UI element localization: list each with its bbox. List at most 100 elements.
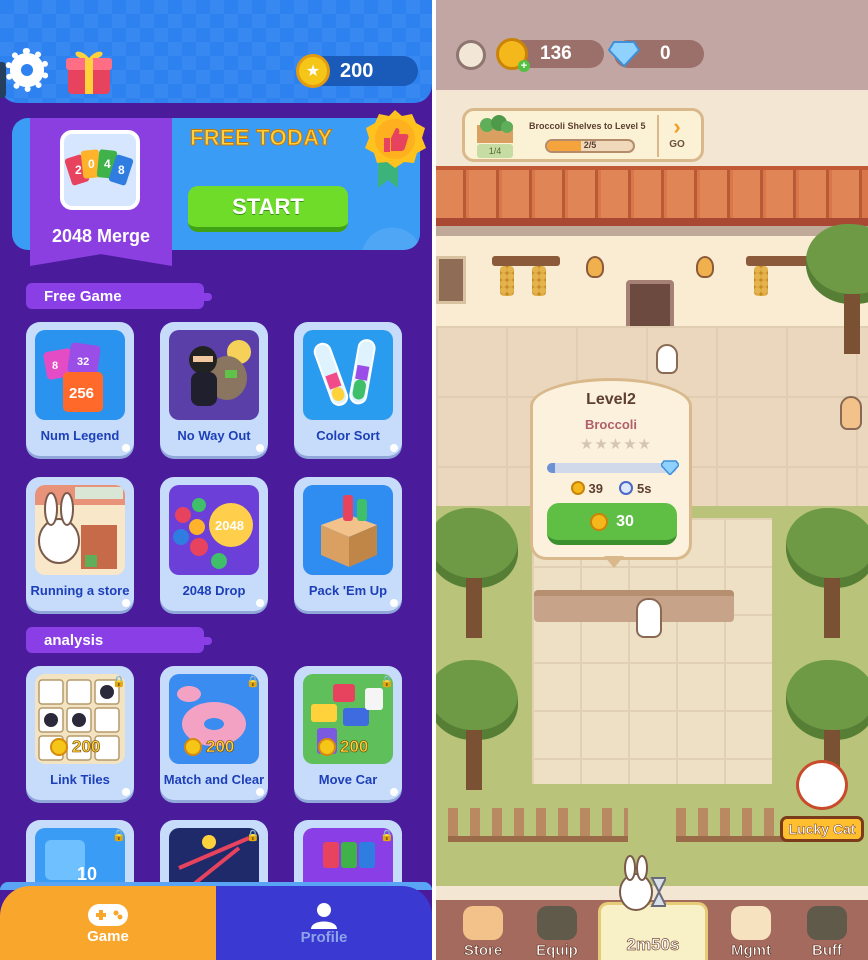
cards-icon: 2 0 4 8 [64,149,134,186]
tree [436,660,518,790]
tile-corner-dot [256,788,264,796]
lucky-cat-button[interactable]: Lucky Cat [780,760,864,842]
game-tile-pack-em-up[interactable]: Pack 'Em Up [294,477,402,611]
cube-number: 10 [77,864,97,884]
test-tubes-icon [303,330,393,420]
settings-gear-icon[interactable] [456,40,486,70]
gem-balance: 0 [608,40,704,68]
game-hub-panel: ★ 200 2 0 4 8 2048 Merge FREE TODAY STAR… [0,0,432,960]
nav-tab-profile[interactable]: Profile [216,886,432,960]
nav-buff[interactable]: Buff [792,906,862,960]
tile-corner-dot [256,444,264,452]
wall-lamp [696,256,714,278]
hanging-produce [532,266,546,296]
bottom-navigation: Store Equip 2m50s Mgmt Buff [436,855,868,960]
lucky-cat-label: Lucky Cat [780,816,864,842]
start-button[interactable]: START [188,186,348,232]
game-label: Link Tiles [50,772,110,787]
svg-text:2048: 2048 [215,518,244,533]
quest-progress-label: 2/5 [583,140,597,150]
nav-game-label: Game [87,927,129,945]
tree [806,224,868,354]
game-tile-num-legend[interactable]: 256 32 8 Num Legend [26,322,134,456]
game-tile-move-car[interactable]: 🔒 200 Move Car [294,666,402,800]
lock-icon: 🔒 [380,830,394,842]
wall-lamp [586,256,604,278]
rabbit-store-icon [35,485,125,575]
upgrade-progress-bar [547,463,677,473]
game-tile-2048-drop[interactable]: 2048 2048 Drop [160,477,268,611]
coins-per-sale: 39 [570,481,603,496]
featured-game-icon[interactable]: 2 0 4 8 [60,130,140,210]
coins-per-sale-value: 39 [588,481,603,496]
shop-window [436,256,466,304]
nav-equip[interactable]: Equip [522,906,592,960]
paw-coin-icon [590,512,609,531]
paw-coin-count: 136 [540,43,572,64]
lucky-cat-icon [796,760,848,810]
game-tile-link-tiles[interactable]: 🔒 200 Link Tiles [26,666,134,800]
sale-time: 5s [619,481,651,496]
chevron-right-icon: › [673,114,681,139]
lock-icon: 🔒 [246,830,260,842]
store-icon [463,906,503,940]
gift-box-icon[interactable] [64,44,114,96]
quest-go-button[interactable]: › GO [657,115,695,157]
section-title-free-game: Free Game [26,283,212,309]
locked-equip-icon [537,906,577,940]
quest-card[interactable]: 1/4 Broccoli Shelves to Level 5 2/5 › GO [462,108,704,162]
bottom-navigation: Game Profile [0,882,432,960]
svg-text:32: 32 [77,356,89,368]
paw-coin-balance: + 136 [496,38,604,72]
hanging-produce [500,266,514,296]
lock-icon: 🔒 [246,676,260,688]
clock-icon [619,481,633,495]
cat-shop-game-panel: + 136 0 1/4 Broccoli Shelves to Level 5 … [436,0,868,960]
locked-buff-icon [807,906,847,940]
add-coins-plus-icon[interactable]: + [518,60,530,72]
coin-count: 200 [340,60,374,82]
lock-icon: 🔒 [112,830,126,842]
quest-progress-bar: 2/5 [545,139,635,153]
game-tile-no-way-out[interactable]: No Way Out [160,322,268,456]
nav-buff-label: Buff [812,942,843,960]
nav-tab-game[interactable]: Game [0,886,216,960]
svg-text:256: 256 [69,385,94,402]
coin-icon [184,738,202,756]
upgrade-button[interactable]: 30 [547,503,677,545]
shelf [492,256,560,266]
person-icon [311,902,337,929]
game-tile-color-sort[interactable]: Color Sort [294,322,402,456]
game-label: Match and Clear [163,772,265,787]
box-icon [303,485,393,575]
screenshot-root: ★ 200 2 0 4 8 2048 Merge FREE TODAY STAR… [0,0,868,960]
sale-time-value: 5s [637,481,652,496]
lock-icon: 🔒 [112,676,126,688]
shelf [746,256,810,266]
quest-title: Broccoli Shelves to Level 5 [529,121,646,131]
popup-item-name: Broccoli [584,417,637,432]
price-value: 200 [72,737,101,757]
nav-mgmt[interactable]: Mgmt [716,906,786,960]
game-tile-running-a-store[interactable]: Running a store [26,477,134,611]
fence [448,808,628,842]
nav-store[interactable]: Store [448,906,518,960]
cat-customer [656,344,678,374]
settings-gear-icon[interactable] [5,48,49,92]
game-label: Move Car [318,772,378,787]
broccoli-box-icon [477,115,513,143]
hanging-produce [754,266,768,296]
lock-icon: 🔒 [380,676,394,688]
cat-customer [840,396,862,430]
shop-roof [436,166,868,226]
game-label: Num Legend [40,428,120,443]
gamepad-icon [88,903,128,926]
thief-icon [169,330,259,420]
game-tile-match-and-clear[interactable]: 🔒 200 Match and Clear [160,666,268,800]
produce-counter[interactable] [534,590,734,622]
fence [676,808,786,842]
tile-corner-dot [390,444,398,452]
game-label: No Way Out [177,428,251,443]
balls-2048-icon: 2048 [169,485,259,575]
thumbs-up-badge-icon [365,110,426,188]
